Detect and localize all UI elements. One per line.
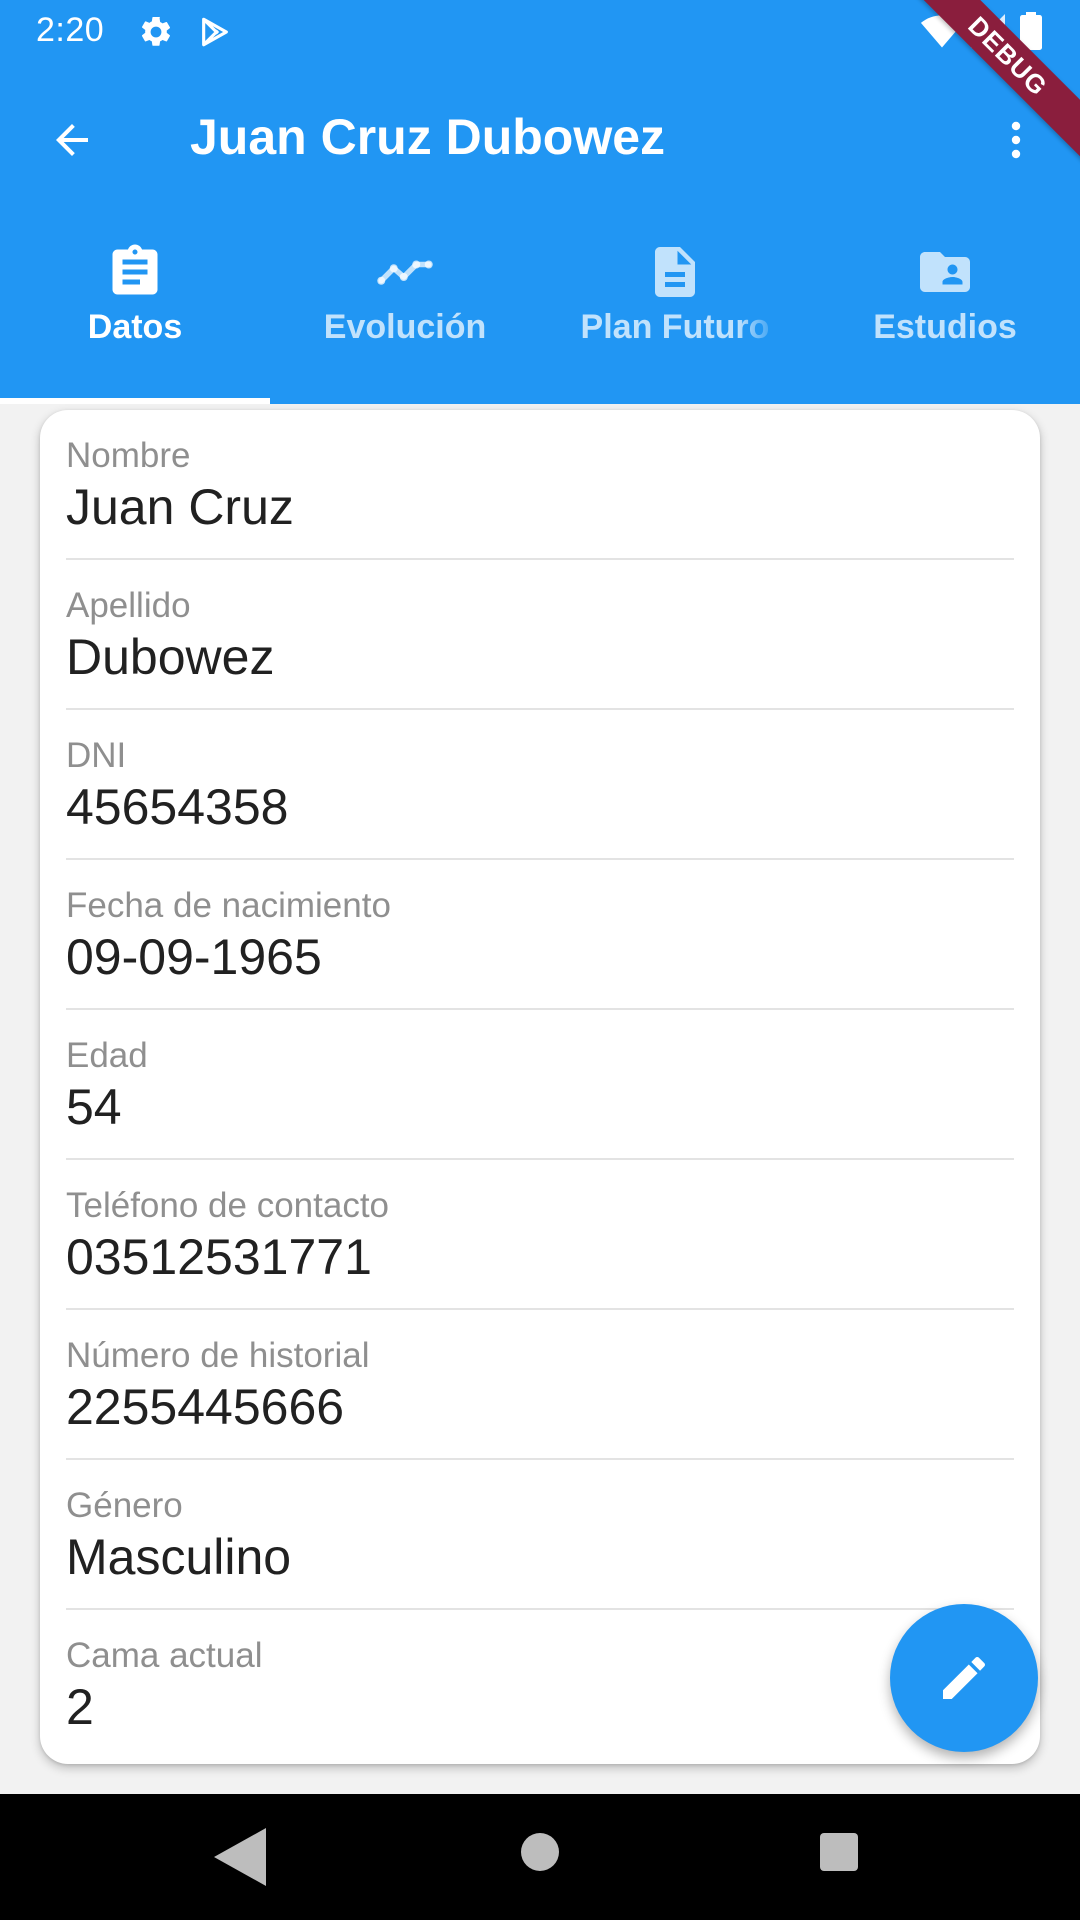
field-label: DNI (66, 736, 127, 775)
tab-datos[interactable]: Datos (0, 212, 270, 404)
field-label: Cama actual (66, 1636, 263, 1675)
arrow-back-icon (56, 124, 88, 156)
field-value: 54 (66, 1079, 122, 1135)
tab-indicator (0, 398, 270, 404)
patient-data-card: Nombre Juan Cruz Apellido Dubowez DNI 45… (40, 410, 1040, 1764)
field-label: Número de historial (66, 1336, 370, 1375)
tab-label-estudios: Estudios (873, 308, 1017, 346)
tab-plan-futuro[interactable]: Plan Futuro (540, 212, 810, 404)
field-value: Juan Cruz (66, 479, 294, 535)
tab-label-plan-futuro: Plan Futuro (580, 308, 770, 346)
timeline-icon (375, 212, 435, 285)
toolbar: Juan Cruz Dubowez (0, 64, 1080, 212)
field-edad: Edad 54 (66, 1010, 1014, 1160)
field-label: Apellido (66, 586, 191, 625)
system-nav-bar (0, 1794, 1080, 1920)
field-label: Nombre (66, 436, 191, 475)
edit-icon (943, 1656, 986, 1699)
nav-home-icon[interactable] (519, 1831, 561, 1873)
status-bar: 2:20 (0, 0, 1080, 64)
field-apellido: Apellido Dubowez (66, 560, 1014, 710)
field-label: Edad (66, 1036, 148, 1075)
field-label: Fecha de nacimiento (66, 886, 391, 925)
page-title: Juan Cruz Dubowez (190, 109, 666, 165)
field-value: Dubowez (66, 629, 275, 685)
tab-label-evolucion: Evolución (323, 308, 487, 346)
tab-evolucion[interactable]: Evolución (270, 212, 540, 404)
field-value: 09-09-1965 (66, 929, 322, 985)
field-dni: DNI 45654358 (66, 710, 1014, 860)
field-value: 2255445666 (66, 1379, 345, 1435)
field-label: Teléfono de contacto (66, 1186, 390, 1225)
tab-bar: Datos Evolución Plan Futuro Estudios (0, 212, 1080, 404)
field-telefono: Teléfono de contacto 03512531771 (66, 1160, 1014, 1310)
tab-estudios[interactable]: Estudios (810, 212, 1080, 404)
field-fecha-nacimiento: Fecha de nacimiento 09-09-1965 (66, 860, 1014, 1010)
field-label: Género (66, 1486, 183, 1525)
status-time: 2:20 (36, 11, 105, 49)
field-value: Masculino (66, 1529, 292, 1585)
app-bar: 2:20 DEBUG Juan Cruz Dubowez Datos Evolu… (0, 0, 1080, 404)
nav-recents-icon[interactable] (818, 1831, 860, 1873)
field-nombre: Nombre Juan Cruz (66, 410, 1014, 560)
field-value: 45654358 (66, 779, 289, 835)
play-store-icon (202, 17, 228, 47)
folder-shared-icon (915, 212, 975, 292)
nav-back-icon[interactable] (214, 1828, 266, 1886)
more-options-button[interactable] (980, 104, 1052, 176)
back-button[interactable] (36, 104, 108, 176)
field-genero: Género Masculino (66, 1460, 1014, 1610)
field-value: 2 (66, 1679, 94, 1735)
edit-fab-button[interactable] (890, 1604, 1038, 1752)
gear-icon (141, 16, 171, 46)
field-value: 03512531771 (66, 1229, 372, 1285)
description-icon (645, 212, 705, 297)
tab-label-datos: Datos (87, 308, 183, 346)
field-numero-historial: Número de historial 2255445666 (66, 1310, 1014, 1460)
more-vert-icon (1011, 121, 1021, 159)
assignment-icon (105, 212, 165, 295)
field-cama-actual: Cama actual 2 (66, 1610, 1014, 1760)
